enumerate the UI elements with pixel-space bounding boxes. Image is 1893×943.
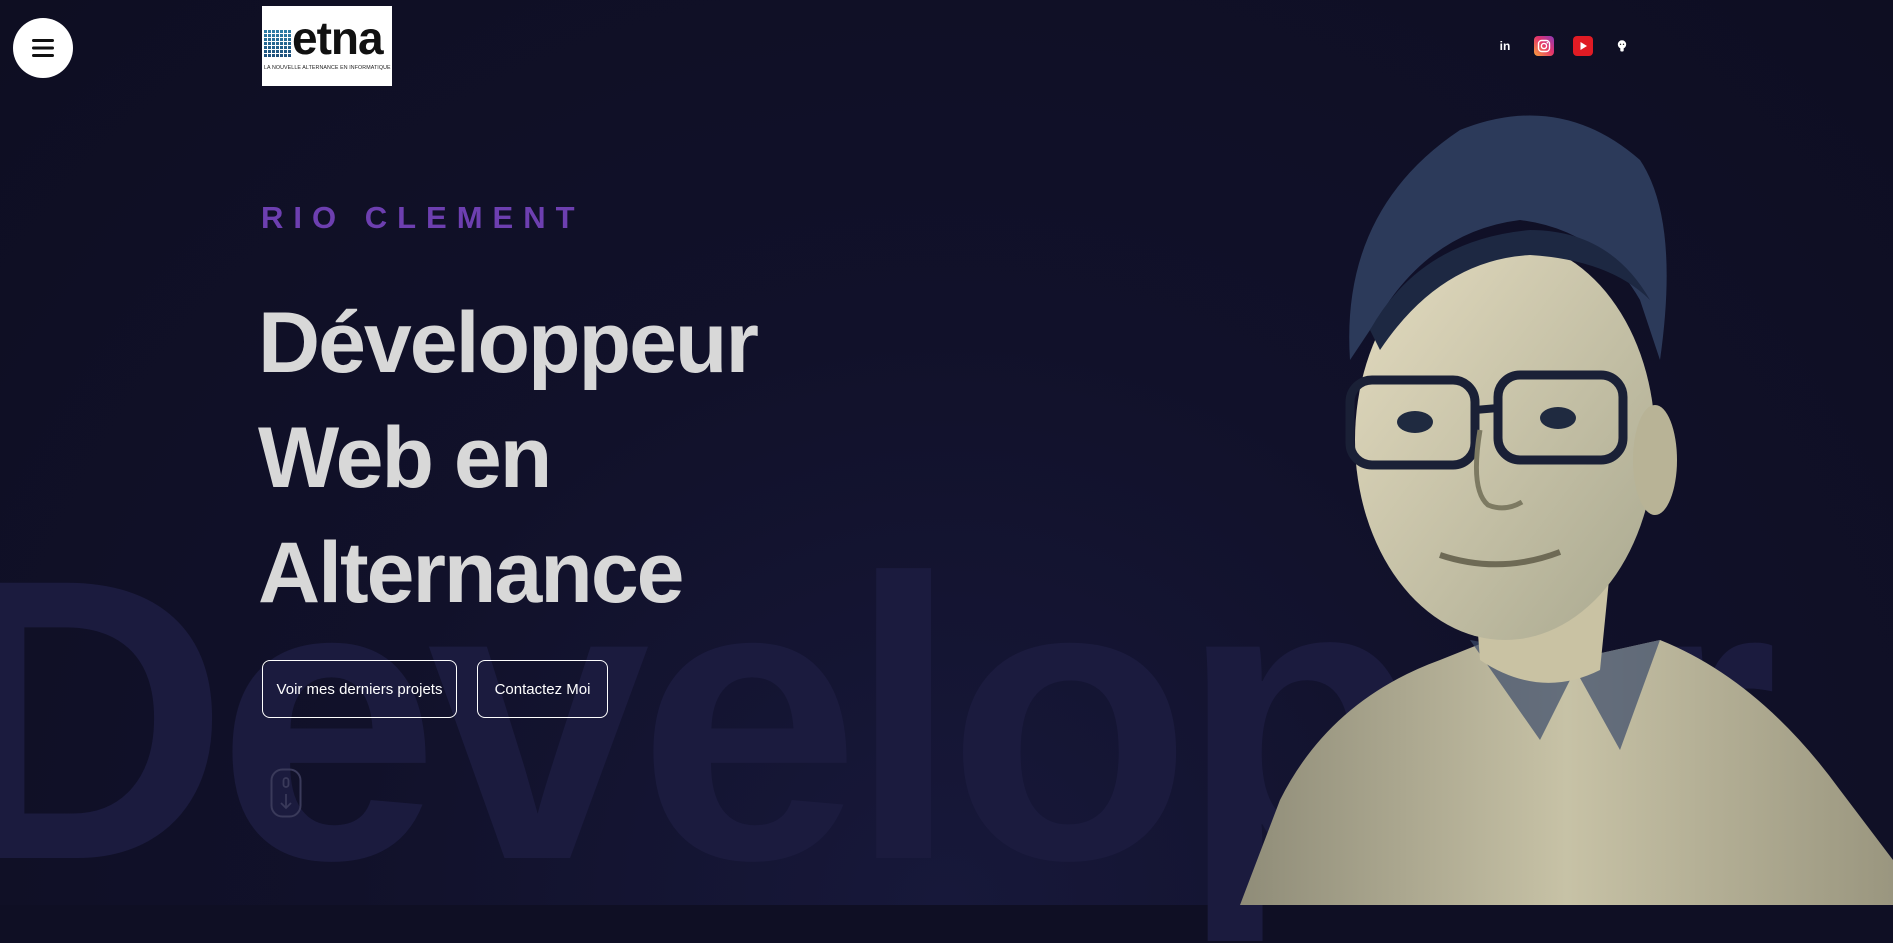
logo-grid-icon: [264, 29, 291, 57]
menu-button[interactable]: [13, 18, 73, 78]
headline-line-2: Web en: [258, 410, 552, 506]
youtube-play-glyph: [1580, 42, 1587, 50]
mouse-scroll-icon[interactable]: [270, 768, 302, 818]
youtube-icon[interactable]: [1573, 36, 1593, 56]
author-name: RIO CLEMENT: [261, 200, 585, 235]
social-links: in: [1495, 36, 1632, 56]
profile-portrait: [1240, 115, 1893, 905]
hamburger-icon: [32, 39, 54, 57]
headline-line-3: Alternance: [258, 525, 684, 621]
etna-logo[interactable]: etna LA NOUVELLE ALTERNANCE EN INFORMATI…: [262, 6, 392, 86]
github-glyph: [1617, 40, 1627, 52]
logo-tagline: LA NOUVELLE ALTERNANCE EN INFORMATIQUE: [264, 65, 391, 71]
github-icon[interactable]: [1612, 36, 1632, 56]
linkedin-icon[interactable]: in: [1495, 36, 1515, 56]
view-projects-button[interactable]: Voir mes derniers projets: [262, 660, 457, 718]
contact-button[interactable]: Contactez Moi: [477, 660, 608, 718]
instagram-icon[interactable]: [1534, 36, 1554, 56]
hero-headline: Développeur Web en Alternance: [258, 286, 759, 631]
headline-line-1: Développeur: [258, 295, 759, 391]
linkedin-label: in: [1499, 39, 1511, 53]
logo-wordmark: etna: [292, 12, 384, 64]
instagram-glyph: [1537, 39, 1551, 53]
